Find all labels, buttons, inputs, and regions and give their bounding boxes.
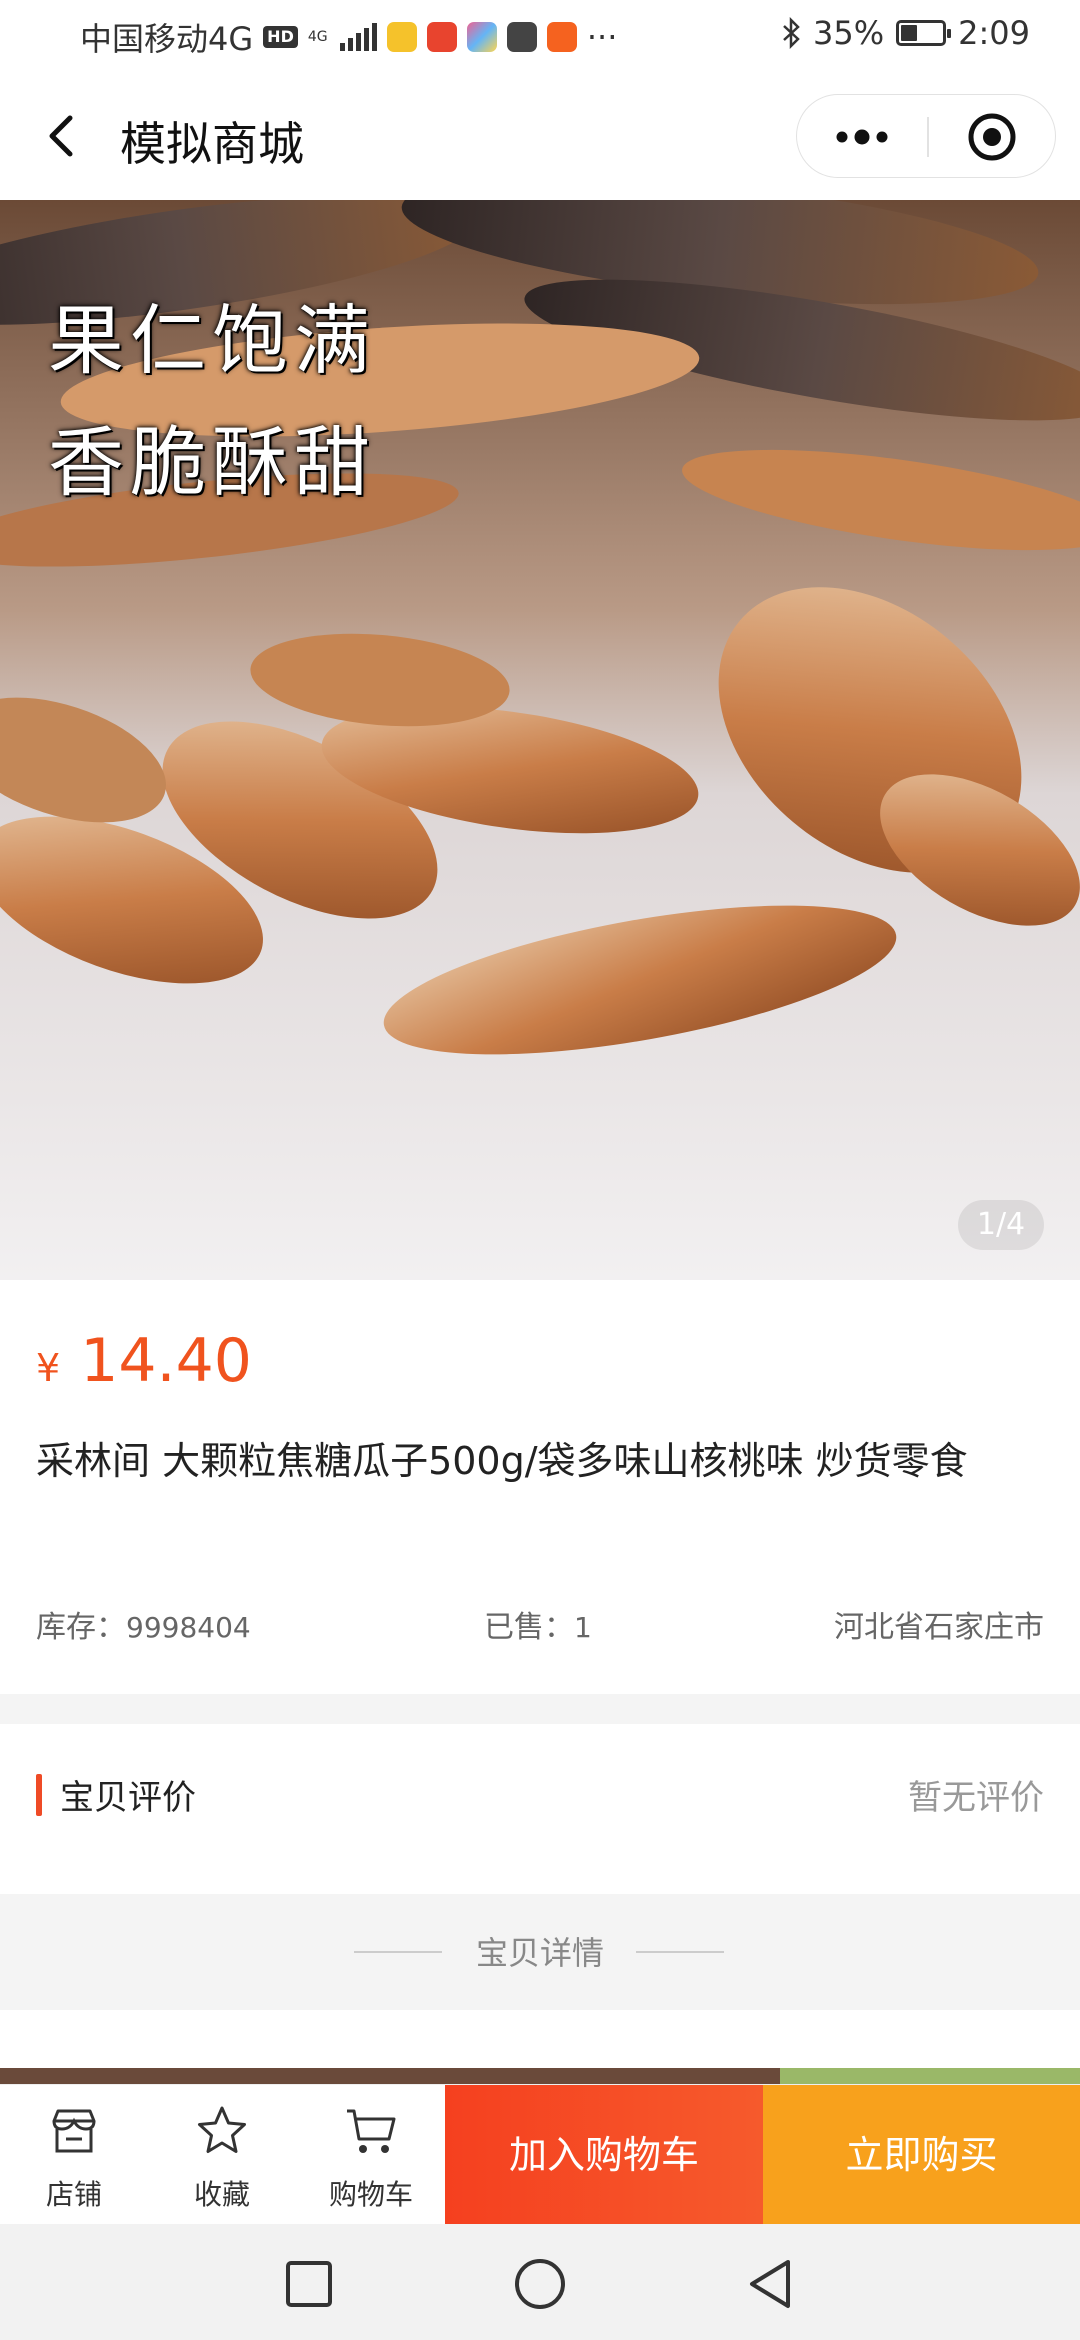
huawei-app-icon	[506, 22, 537, 52]
recent-apps-icon[interactable]	[279, 2254, 339, 2314]
back-triangle-icon[interactable]	[740, 2254, 800, 2314]
page-title: 模拟商城	[120, 117, 304, 171]
bluetooth-icon	[783, 17, 800, 49]
location: 河北省石家庄市	[834, 1610, 1044, 1645]
stock: 库存：9998404	[36, 1602, 251, 1646]
hd-icon: HD	[263, 26, 298, 48]
notification-app-icon	[386, 22, 417, 52]
overlay-line-2: 香脆酥甜	[48, 418, 376, 507]
stock-label: 库存：	[36, 1610, 126, 1645]
status-right: 35% 2:09	[781, 14, 1030, 52]
sold-value: 1	[574, 1611, 592, 1644]
status-left: 中国移动4G HD 4G ···	[80, 14, 617, 60]
details-header: 宝贝详情	[0, 1894, 1080, 2010]
image-counter: 1/4	[958, 1200, 1044, 1250]
notification-app-icon	[426, 22, 457, 52]
cart-button[interactable]: 购物车	[297, 2085, 445, 2225]
more-notifications-icon: ···	[586, 18, 618, 56]
cart-icon	[347, 2109, 396, 2153]
shop-label: 店铺	[45, 2178, 102, 2211]
section-accent-bar	[36, 1774, 42, 1816]
detail-image-preview	[0, 2010, 1080, 2084]
favorite-label: 收藏	[193, 2178, 250, 2211]
divider-line-right	[636, 1951, 724, 1953]
chevron-left-icon[interactable]	[36, 108, 92, 164]
product-title: 采林间 大颗粒焦糖瓜子500g/袋多味山核桃味 炒货零食	[36, 1439, 968, 1483]
buy-now-button[interactable]: 立即购买	[763, 2085, 1080, 2225]
sold: 已售：1	[484, 1602, 592, 1646]
price: ¥ 14.40	[36, 1326, 252, 1396]
cart-label: 购物车	[328, 2178, 413, 2211]
notification-app-icon	[466, 22, 497, 52]
product-info: ¥ 14.40 采林间 大颗粒焦糖瓜子500g/袋多味山核桃味 炒货零食 库存：…	[0, 1280, 1080, 1694]
stock-value: 9998404	[126, 1611, 251, 1644]
status-bar: 中国移动4G HD 4G ··· 35% 2:09	[0, 0, 1080, 72]
miniprogram-capsule	[796, 94, 1056, 178]
battery-percent: 35%	[813, 14, 885, 52]
target-circle-icon[interactable]	[927, 95, 1057, 179]
price-value: 14.40	[80, 1326, 252, 1396]
clock: 2:09	[958, 14, 1030, 52]
system-navigation-bar	[0, 2224, 1080, 2340]
overlay-line-1: 果仁饱满	[48, 296, 376, 385]
currency-symbol: ¥	[36, 1346, 61, 1390]
battery-icon	[896, 20, 952, 46]
product-image-carousel[interactable]: 果仁饱满 香脆酥甜 1/4	[0, 200, 1080, 1280]
network-type: 4G	[307, 29, 328, 45]
sold-label: 已售：	[484, 1610, 574, 1645]
reviews-empty-text: 暂无评价	[908, 1778, 1044, 1818]
signal-icon	[339, 23, 377, 51]
reviews-title: 宝贝评价	[60, 1778, 196, 1818]
taobao-app-icon	[546, 22, 577, 52]
favorite-button[interactable]: 收藏	[148, 2085, 296, 2225]
shop-icon	[52, 2109, 96, 2153]
home-icon[interactable]	[510, 2254, 570, 2314]
carrier-text: 中国移动4G	[80, 20, 254, 58]
bottom-action-bar: 店铺 收藏 购物车 加入购物车 立即购买	[0, 2084, 1080, 2225]
navigation-bar: 模拟商城	[0, 72, 1080, 200]
details-title: 宝贝详情	[475, 1934, 604, 1972]
reviews-section[interactable]: 宝贝评价 暂无评价	[0, 1724, 1080, 1894]
star-icon	[198, 2106, 246, 2153]
shop-button[interactable]: 店铺	[0, 2085, 148, 2225]
more-dots-icon[interactable]	[797, 95, 927, 179]
image-overlay-text: 果仁饱满 香脆酥甜	[48, 280, 376, 524]
add-to-cart-button[interactable]: 加入购物车	[445, 2085, 763, 2225]
section-divider	[0, 1694, 1080, 1724]
